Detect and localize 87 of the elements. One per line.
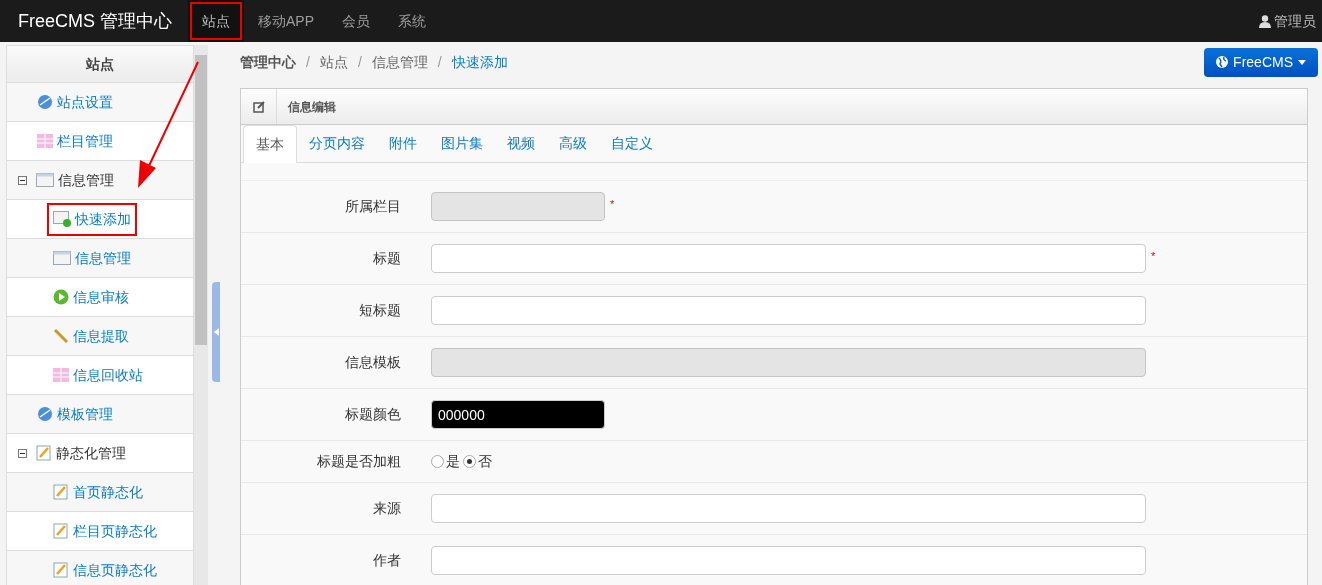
nav-link[interactable]: 系统 — [384, 0, 441, 42]
pencil-icon — [53, 523, 69, 539]
required-mark: * — [1151, 249, 1156, 264]
color-field[interactable]: 000000 — [431, 400, 605, 429]
sidebar-item[interactable]: 信息页静态化 — [6, 551, 194, 585]
radio-button[interactable] — [463, 455, 476, 468]
tab[interactable]: 高级 — [547, 125, 599, 162]
sidebar-item[interactable]: 信息审核 — [6, 278, 194, 317]
text-field[interactable] — [431, 244, 1146, 273]
sidebar-item[interactable]: 快速添加 — [6, 200, 194, 239]
breadcrumb-separator: / — [437, 52, 442, 72]
sidebar-item-label: 信息审核 — [73, 287, 129, 307]
field-label: 标题颜色 — [344, 405, 401, 424]
sidebar-item[interactable]: 栏目页静态化 — [6, 512, 194, 551]
tab[interactable]: 基本 — [243, 125, 297, 163]
grid-icon — [37, 134, 53, 148]
radio-label: 是 — [446, 452, 460, 471]
user-icon — [1259, 14, 1271, 28]
radio-label: 否 — [478, 452, 492, 471]
sidebar-item[interactable]: 信息回收站 — [6, 356, 194, 395]
tab[interactable]: 图片集 — [429, 125, 495, 162]
window-icon — [53, 251, 71, 265]
sidebar-item-label: 信息管理 — [75, 248, 131, 268]
window-icon — [36, 173, 54, 187]
add-window-icon — [53, 211, 71, 227]
field-label: 标题 — [372, 249, 401, 268]
sidebar-item-label: 模板管理 — [57, 404, 113, 424]
sidebar-item[interactable]: 首页静态化 — [6, 473, 194, 512]
breadcrumb-separator: / — [306, 52, 310, 72]
tab[interactable]: 自定义 — [599, 125, 665, 162]
brand-title: FreeCMS 管理中心 — [18, 9, 172, 33]
breadcrumb-separator: / — [357, 52, 362, 72]
tab[interactable]: 分页内容 — [297, 125, 377, 162]
pencil-icon — [36, 445, 52, 461]
scrollbar[interactable] — [194, 45, 208, 585]
nav-link[interactable]: 会员 — [328, 0, 385, 42]
sidebar-item-label: 信息管理 — [58, 170, 114, 190]
pencil-icon — [53, 484, 69, 500]
text-field[interactable] — [431, 494, 1146, 523]
site-dropdown-button[interactable]: FreeCMS — [1204, 47, 1318, 77]
breadcrumb-link[interactable]: 信息管理 — [371, 51, 428, 73]
play-icon — [53, 289, 69, 305]
field-label: 所属栏目 — [344, 197, 401, 216]
sidebar-item-label: 信息提取 — [73, 326, 129, 346]
sidebar-item[interactable]: 模板管理 — [6, 395, 194, 434]
sidebar-item[interactable]: 信息提取 — [6, 317, 194, 356]
field-label: 作者 — [372, 551, 401, 570]
field-label: 来源 — [372, 499, 401, 518]
sidebar-item-label: 栏目页静态化 — [73, 521, 157, 541]
required-mark: * — [610, 197, 615, 212]
nav-link[interactable]: 移动APP — [244, 0, 329, 42]
sidebar-item-label: 信息页静态化 — [73, 560, 157, 580]
radio-button[interactable] — [431, 455, 444, 468]
sidebar-item[interactable]: 信息管理 — [6, 161, 194, 200]
breadcrumb-link[interactable]: 站点 — [319, 51, 348, 73]
sidebar-item[interactable]: 站点设置 — [6, 83, 194, 122]
field-label: 标题是否加粗 — [316, 452, 401, 471]
sidebar-item-label: 站点设置 — [57, 92, 113, 112]
scrollbar-thumb[interactable] — [195, 55, 207, 345]
breadcrumb-link[interactable]: 管理中心 — [240, 51, 296, 73]
collapse-toggle-icon[interactable] — [18, 448, 27, 458]
breadcrumb-link[interactable]: 快速添加 — [451, 51, 508, 73]
field-label: 短标题 — [358, 301, 401, 320]
sidebar-item-label: 静态化管理 — [56, 443, 126, 463]
collapse-handle[interactable] — [212, 282, 220, 382]
collapse-toggle-icon[interactable] — [18, 175, 27, 185]
tab[interactable]: 视频 — [495, 125, 547, 162]
sidebar-item[interactable]: 栏目管理 — [6, 122, 194, 161]
text-field[interactable] — [431, 546, 1146, 575]
tab[interactable]: 附件 — [377, 125, 429, 162]
pencil-icon — [53, 562, 69, 578]
sidebar-title: 站点 — [6, 45, 194, 83]
sidebar-item-label: 信息回收站 — [73, 365, 143, 385]
sidebar-item-label: 快速添加 — [75, 209, 131, 229]
sidebar-item[interactable]: 静态化管理 — [6, 434, 194, 473]
sidebar-item-label: 栏目管理 — [57, 131, 113, 151]
text-field[interactable] — [431, 296, 1146, 325]
sidebar-item-label: 首页静态化 — [73, 482, 143, 502]
panel-title: 信息编辑 — [288, 98, 336, 116]
sidebar-item[interactable]: 信息管理 — [6, 239, 194, 278]
caret-down-icon — [1298, 59, 1306, 65]
caret-left-icon — [213, 328, 219, 336]
nav-link[interactable]: 站点 — [188, 0, 244, 42]
edit-icon — [252, 100, 265, 113]
field-label: 信息模板 — [344, 353, 401, 372]
grid-icon — [53, 368, 69, 382]
user-menu-link[interactable]: 管理员 — [1274, 10, 1316, 32]
